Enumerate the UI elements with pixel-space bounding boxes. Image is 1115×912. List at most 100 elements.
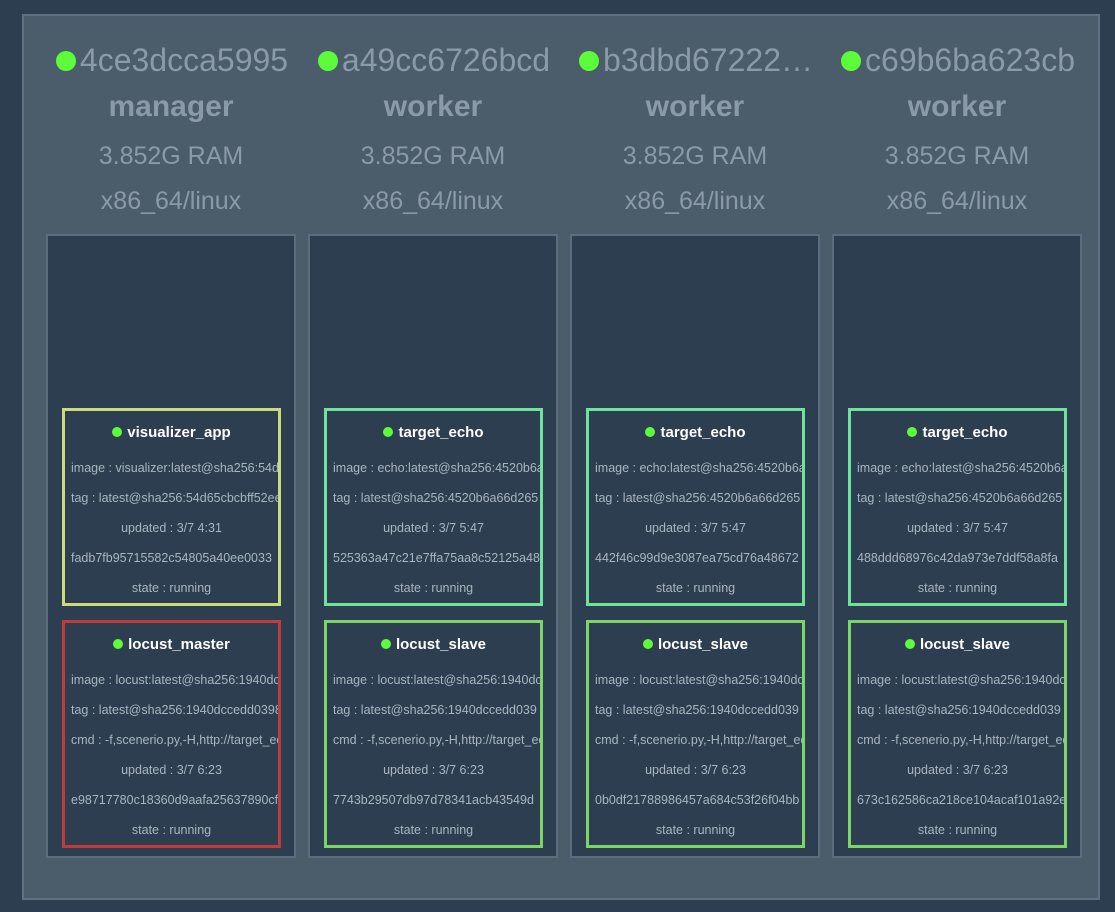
service-state: state : running bbox=[131, 823, 212, 837]
node-role: manager bbox=[108, 90, 234, 123]
service-updated: updated : 3/7 6:23 bbox=[645, 763, 746, 777]
service-hash: fadb7fb95715582c54805a40ee0033 bbox=[71, 551, 272, 565]
node-id-label: b3dbd67222… bbox=[603, 42, 813, 78]
service-updated: updated : 3/7 5:47 bbox=[645, 521, 746, 535]
service-status-dot-icon bbox=[904, 639, 915, 649]
service-image: image : echo:latest@sha256:4520b6a66d bbox=[857, 461, 1064, 475]
service-card[interactable]: target_echo image : echo:latest@sha256:4… bbox=[324, 408, 543, 606]
node-id-label: c69b6ba623cb bbox=[865, 42, 1075, 78]
service-updated: updated : 3/7 4:31 bbox=[121, 521, 222, 535]
service-state: state : running bbox=[917, 581, 998, 595]
service-image: image : echo:latest@sha256:4520b6a66d bbox=[595, 461, 802, 475]
service-tag: tag : latest@sha256:54d65cbcbff52ee bbox=[71, 491, 278, 505]
service-image: image : locust:latest@sha256:1940dccedd bbox=[333, 673, 540, 687]
service-state: state : running bbox=[655, 581, 736, 595]
service-state: state : running bbox=[655, 823, 736, 837]
service-state: state : running bbox=[393, 823, 474, 837]
node-service-lane: target_echo image : echo:latest@sha256:4… bbox=[832, 234, 1082, 858]
service-title: target_echo bbox=[851, 411, 1064, 453]
service-state: state : running bbox=[393, 581, 474, 595]
service-image: image : locust:latest@sha256:1940dccedd bbox=[595, 673, 802, 687]
service-name: target_echo bbox=[660, 423, 746, 441]
service-image: image : visualizer:latest@sha256:54d65cb… bbox=[71, 461, 278, 475]
service-card[interactable]: target_echo image : echo:latest@sha256:4… bbox=[848, 408, 1067, 606]
service-updated: updated : 3/7 6:23 bbox=[907, 763, 1008, 777]
service-status-dot-icon bbox=[380, 639, 391, 649]
service-tag: tag : latest@sha256:4520b6a66d265 bbox=[333, 491, 539, 505]
service-title: locust_slave bbox=[851, 623, 1064, 665]
service-hash: 7743b29507db97d78341acb43549d bbox=[333, 793, 534, 807]
node-ram: 3.852G RAM bbox=[360, 142, 506, 170]
node-column: b3dbd67222… worker 3.852G RAM x86_64/lin… bbox=[570, 16, 820, 876]
service-status-dot-icon bbox=[113, 639, 124, 649]
service-card[interactable]: locust_slave image : locust:latest@sha25… bbox=[324, 620, 543, 848]
node-ram: 3.852G RAM bbox=[884, 142, 1030, 170]
service-hash: 442f46c99d9e3087ea75cd76a48672 bbox=[595, 551, 799, 565]
service-tag: tag : latest@sha256:1940dccedd039 bbox=[857, 703, 1061, 717]
service-hash: 0b0df21788986457a684c53f26f04bb bbox=[595, 793, 800, 807]
service-tag: tag : latest@sha256:4520b6a66d265 bbox=[857, 491, 1063, 505]
service-tag: tag : latest@sha256:1940dccedd0398 bbox=[71, 703, 278, 717]
node-arch: x86_64/linux bbox=[362, 187, 504, 215]
service-updated: updated : 3/7 5:47 bbox=[383, 521, 484, 535]
service-title: locust_master bbox=[65, 623, 278, 665]
node-status-dot-icon bbox=[317, 50, 338, 71]
swarm-visualizer-board: 4ce3dcca5995 manager 3.852G RAM x86_64/l… bbox=[22, 14, 1100, 900]
service-hash: 673c162586ca218ce104acaf101a92e bbox=[857, 793, 1064, 807]
node-id-label: 4ce3dcca5995 bbox=[79, 42, 289, 78]
node-id: c69b6ba623cb bbox=[818, 42, 1098, 79]
service-title: target_echo bbox=[327, 411, 540, 453]
service-cmd: cmd : -f,scenerio.py,-H,http://target_ec… bbox=[71, 733, 278, 747]
service-name: locust_slave bbox=[919, 635, 1011, 653]
service-updated: updated : 3/7 6:23 bbox=[383, 763, 484, 777]
node-status-dot-icon bbox=[841, 50, 862, 71]
node-service-lane: target_echo image : echo:latest@sha256:4… bbox=[570, 234, 820, 858]
node-id: 4ce3dcca5995 bbox=[32, 42, 312, 79]
service-title: locust_slave bbox=[327, 623, 540, 665]
service-title: locust_slave bbox=[589, 623, 802, 665]
service-status-dot-icon bbox=[907, 427, 918, 437]
service-hash: e98717780c18360d9aafa25637890cf bbox=[71, 793, 278, 807]
node-status-dot-icon bbox=[579, 50, 600, 71]
service-card[interactable]: visualizer_app image : visualizer:latest… bbox=[62, 408, 281, 606]
node-id-label: a49cc6726bcd bbox=[341, 42, 551, 78]
service-card[interactable]: locust_slave image : locust:latest@sha25… bbox=[848, 620, 1067, 848]
node-arch: x86_64/linux bbox=[886, 187, 1028, 215]
node-service-lane: target_echo image : echo:latest@sha256:4… bbox=[308, 234, 558, 858]
node-role: worker bbox=[907, 90, 1007, 123]
service-cmd: cmd : -f,scenerio.py,-H,http://target_ec… bbox=[595, 733, 802, 747]
service-card[interactable]: locust_slave image : locust:latest@sha25… bbox=[586, 620, 805, 848]
service-status-dot-icon bbox=[642, 639, 653, 649]
node-column: a49cc6726bcd worker 3.852G RAM x86_64/li… bbox=[308, 16, 558, 876]
service-card[interactable]: target_echo image : echo:latest@sha256:4… bbox=[586, 408, 805, 606]
service-name: target_echo bbox=[398, 423, 484, 441]
service-image: image : echo:latest@sha256:4520b6a66d bbox=[333, 461, 540, 475]
service-name: locust_slave bbox=[657, 635, 749, 653]
node-column: 4ce3dcca5995 manager 3.852G RAM x86_64/l… bbox=[46, 16, 296, 876]
service-status-dot-icon bbox=[645, 427, 656, 437]
service-hash: 488ddd68976c42da973e7ddf58a8fa bbox=[857, 551, 1058, 565]
node-column: c69b6ba623cb worker 3.852G RAM x86_64/li… bbox=[832, 16, 1082, 876]
service-name: locust_slave bbox=[395, 635, 487, 653]
service-state: state : running bbox=[131, 581, 212, 595]
node-id: a49cc6726bcd bbox=[294, 42, 574, 79]
service-updated: updated : 3/7 6:23 bbox=[121, 763, 222, 777]
node-service-lane: visualizer_app image : visualizer:latest… bbox=[46, 234, 296, 858]
service-cmd: cmd : -f,scenerio.py,-H,http://target_ec… bbox=[857, 733, 1064, 747]
service-card[interactable]: locust_master image : locust:latest@sha2… bbox=[62, 620, 281, 848]
node-ram: 3.852G RAM bbox=[98, 142, 244, 170]
node-status-dot-icon bbox=[55, 50, 76, 71]
node-role: worker bbox=[645, 90, 745, 123]
node-ram: 3.852G RAM bbox=[622, 142, 768, 170]
service-title: visualizer_app bbox=[65, 411, 278, 453]
service-tag: tag : latest@sha256:1940dccedd039 bbox=[333, 703, 537, 717]
service-status-dot-icon bbox=[383, 427, 394, 437]
service-cmd: cmd : -f,scenerio.py,-H,http://target_ec… bbox=[333, 733, 540, 747]
service-name: target_echo bbox=[922, 423, 1008, 441]
node-arch: x86_64/linux bbox=[624, 187, 766, 215]
service-title: target_echo bbox=[589, 411, 802, 453]
service-tag: tag : latest@sha256:1940dccedd039 bbox=[595, 703, 799, 717]
node-role: worker bbox=[383, 90, 483, 123]
service-name: locust_master bbox=[128, 635, 230, 653]
service-image: image : locust:latest@sha256:1940dccedd0… bbox=[71, 673, 278, 687]
